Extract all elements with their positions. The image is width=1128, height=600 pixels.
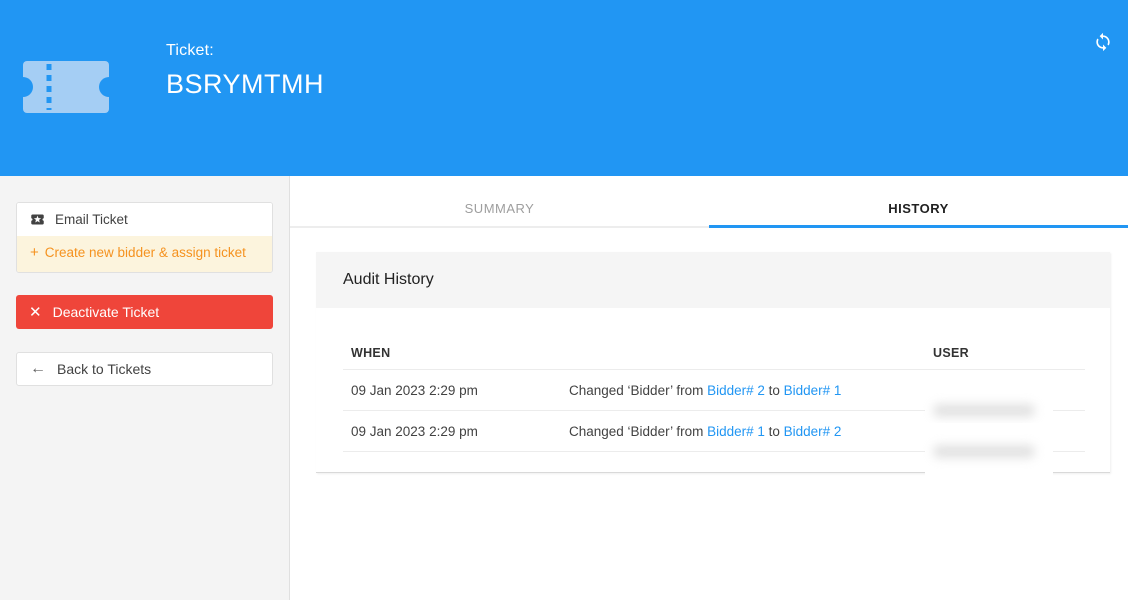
table-row: 09 Jan 2023 2:29 pm Changed ‘Bidder’ fro… [343,370,1085,411]
sidebar: Email Ticket + Create new bidder & assign… [0,176,290,600]
back-to-tickets-button[interactable]: ← Back to Tickets [16,352,273,386]
change-text: Changed ‘Bidder’ from [569,383,707,398]
back-to-tickets-label: Back to Tickets [57,361,151,377]
audit-history-table: WHEN USER 09 Jan 2023 2:29 pm Changed ‘B… [343,308,1085,472]
change-connector: to [765,424,784,439]
row-description: Changed ‘Bidder’ from Bidder# 2 to Bidde… [561,383,925,398]
bidder-link-to[interactable]: Bidder# 1 [784,383,842,398]
change-connector: to [765,383,784,398]
email-ticket-label: Email Ticket [55,212,128,227]
bidder-link-from[interactable]: Bidder# 2 [707,383,765,398]
refresh-sync-icon [1093,32,1113,52]
row-when: 09 Jan 2023 2:29 pm [343,424,561,439]
blurred-text [933,404,1035,417]
deactivate-ticket-button[interactable]: ✕ Deactivate Ticket [16,295,273,329]
ticket-actions-group: Email Ticket + Create new bidder & assign… [16,202,273,273]
ticket-code: BSRYMTMH [166,69,324,100]
tab-bar: SUMMARY HISTORY [290,190,1128,228]
audit-history-card: Audit History WHEN USER 09 Jan 2023 2:29… [316,252,1110,473]
app-header: Ticket: BSRYMTMH [0,0,1128,176]
table-header-row: WHEN USER [343,336,1085,370]
arrow-left-icon: ← [30,360,46,378]
deactivate-ticket-label: Deactivate Ticket [53,304,160,320]
refresh-button[interactable] [1093,32,1113,52]
blurred-text [933,445,1035,458]
ticket-star-icon [30,212,45,227]
create-bidder-button[interactable]: + Create new bidder & assign ticket [17,236,272,272]
change-text: Changed ‘Bidder’ from [569,424,707,439]
tab-history[interactable]: HISTORY [709,190,1128,226]
ticket-icon [23,61,109,113]
main-content: SUMMARY HISTORY Audit History WHEN USER … [290,176,1128,600]
ticket-label: Ticket: [166,42,324,60]
plus-icon: + [30,244,39,261]
card-header: Audit History [316,252,1110,308]
email-ticket-button[interactable]: Email Ticket [17,203,272,236]
bidder-link-from[interactable]: Bidder# 1 [707,424,765,439]
create-bidder-label: Create new bidder & assign ticket [45,245,246,260]
redacted-user-name [925,423,1053,479]
close-x-icon: ✕ [29,303,42,321]
audit-history-title: Audit History [343,271,434,289]
row-description: Changed ‘Bidder’ from Bidder# 1 to Bidde… [561,424,925,439]
bidder-link-to[interactable]: Bidder# 2 [784,424,842,439]
tab-summary[interactable]: SUMMARY [290,190,709,226]
column-header-when: WHEN [343,346,561,360]
column-header-user: USER [925,346,1085,360]
row-when: 09 Jan 2023 2:29 pm [343,383,561,398]
